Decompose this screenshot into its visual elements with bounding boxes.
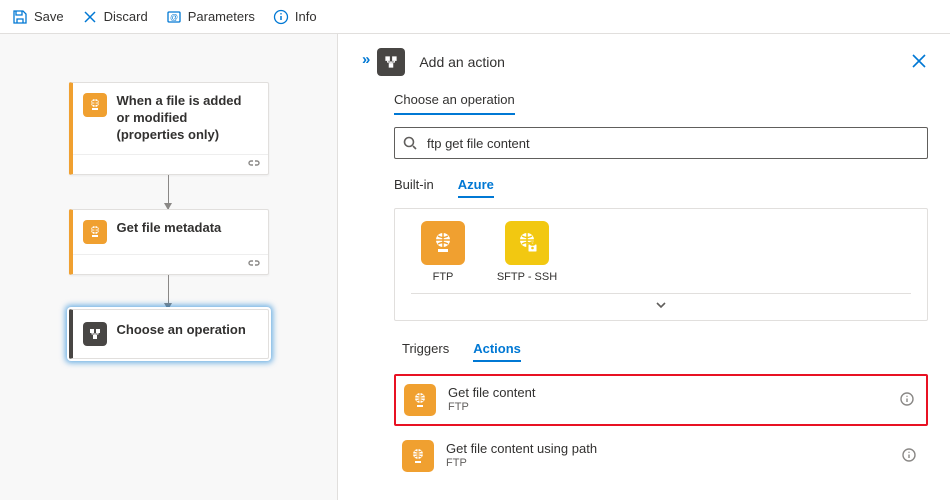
tab-triggers[interactable]: Triggers	[402, 337, 449, 362]
chevron-down-icon	[654, 298, 668, 312]
save-icon	[12, 9, 28, 25]
trigger-card[interactable]: When a file is added or modified (proper…	[69, 82, 269, 175]
ftp-icon	[83, 220, 107, 244]
action-title: Get file content using path	[446, 441, 890, 457]
action-info-button[interactable]	[900, 392, 914, 409]
search-input-wrapper[interactable]	[394, 127, 928, 159]
workflow-canvas[interactable]: When a file is added or modified (proper…	[0, 34, 338, 500]
placeholder-title: Choose an operation	[117, 322, 246, 339]
trigger-title: When a file is added or modified (proper…	[117, 93, 256, 144]
connector-gallery: FTP SFTP - SSH	[394, 208, 928, 321]
connector-category-tabs: Built-in Azure	[394, 173, 928, 198]
parameters-icon: @	[166, 9, 182, 25]
info-icon	[902, 448, 916, 462]
action-info-button[interactable]	[902, 448, 916, 465]
sftp-ssh-icon	[505, 221, 549, 265]
collapse-panel-button[interactable]: »	[362, 51, 367, 68]
action-results: Get file content FTP Get file content us…	[394, 374, 928, 480]
connector-arrow	[168, 175, 169, 209]
action-title: Get file metadata	[117, 220, 222, 237]
parameters-button[interactable]: @ Parameters	[166, 9, 255, 25]
expand-connectors-button[interactable]	[411, 293, 911, 312]
connector-sftp-ssh[interactable]: SFTP - SSH	[495, 221, 559, 283]
operation-icon	[377, 48, 405, 76]
toolbar: Save Discard @ Parameters Info	[0, 0, 950, 34]
connector-label: FTP	[433, 271, 454, 283]
info-icon	[900, 392, 914, 406]
save-button[interactable]: Save	[12, 9, 64, 25]
panel-title: Add an action	[419, 54, 896, 70]
connector-ftp[interactable]: FTP	[411, 221, 475, 283]
action-get-file-content-path[interactable]: Get file content using path FTP	[394, 432, 928, 480]
action-get-file-content[interactable]: Get file content FTP	[394, 374, 928, 426]
action-subtitle: FTP	[448, 401, 888, 415]
svg-text:@: @	[170, 13, 178, 22]
info-label: Info	[295, 9, 317, 24]
discard-label: Discard	[104, 9, 148, 24]
ftp-icon	[404, 384, 436, 416]
operation-icon	[83, 322, 107, 346]
ftp-icon	[421, 221, 465, 265]
search-icon	[403, 136, 417, 150]
close-icon	[910, 52, 928, 70]
info-button[interactable]: Info	[273, 9, 317, 25]
connector-arrow	[168, 275, 169, 309]
operation-panel: » Add an action Choose an operation Buil…	[338, 34, 950, 500]
action-subtitle: FTP	[446, 457, 890, 471]
choose-operation-card[interactable]: Choose an operation	[69, 309, 269, 359]
tab-actions[interactable]: Actions	[473, 337, 521, 362]
action-title: Get file content	[448, 385, 888, 401]
action-card-metadata[interactable]: Get file metadata	[69, 209, 269, 275]
discard-button[interactable]: Discard	[82, 9, 148, 25]
connector-label: SFTP - SSH	[497, 271, 557, 283]
card-link-indicator	[73, 254, 268, 274]
info-icon	[273, 9, 289, 25]
tab-builtin[interactable]: Built-in	[394, 173, 434, 198]
close-panel-button[interactable]	[910, 52, 928, 73]
search-input[interactable]	[425, 135, 919, 152]
tab-azure[interactable]: Azure	[458, 173, 494, 198]
card-link-indicator	[73, 154, 268, 174]
parameters-label: Parameters	[188, 9, 255, 24]
discard-icon	[82, 9, 98, 25]
save-label: Save	[34, 9, 64, 24]
section-label: Choose an operation	[394, 88, 515, 115]
ftp-icon	[83, 93, 107, 117]
operation-type-tabs: Triggers Actions	[402, 337, 928, 362]
ftp-icon	[402, 440, 434, 472]
